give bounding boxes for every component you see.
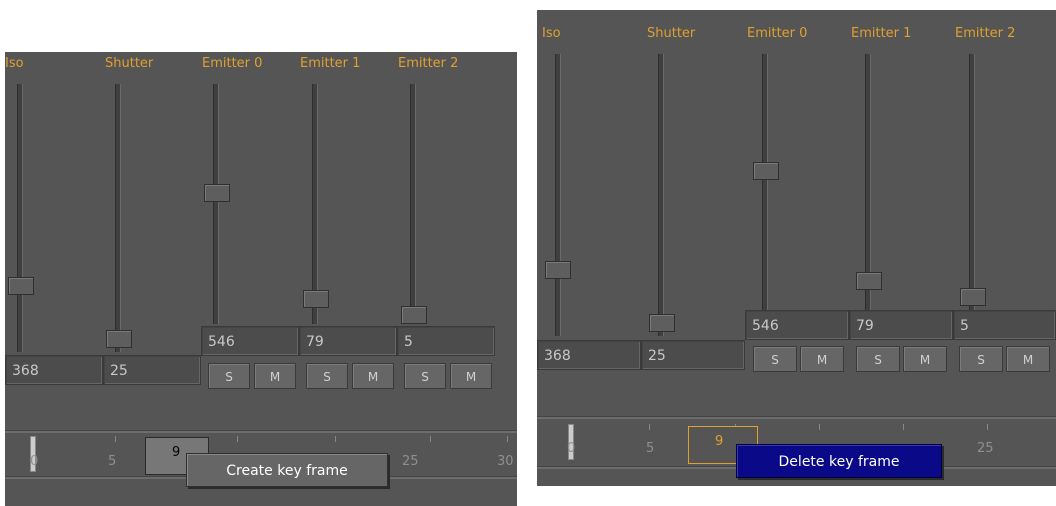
emitter-0-mute-button[interactable]: M — [800, 346, 844, 372]
emitter-2-mute-button[interactable]: M — [1006, 346, 1050, 372]
emitter-0-slider-track[interactable] — [762, 54, 768, 310]
timeline-label-0: 0 — [567, 441, 576, 456]
timeline-tick — [507, 436, 508, 442]
emitter-2-value[interactable]: 5 — [953, 310, 1056, 340]
iso-slider-thumb[interactable] — [545, 261, 571, 279]
timeline-tick — [335, 436, 336, 442]
emitter-0-slider-thumb[interactable] — [753, 162, 779, 180]
timeline-tick — [430, 436, 431, 442]
shutter-slider-thumb[interactable] — [649, 314, 675, 332]
emitter-1-mute-button[interactable]: M — [352, 363, 394, 389]
emitter-2-value[interactable]: 5 — [397, 326, 495, 356]
shutter-slider-track[interactable] — [658, 54, 664, 336]
delete-key-frame-menu-item[interactable]: Delete key frame — [736, 444, 942, 478]
timeline-label-25: 25 — [402, 454, 419, 469]
emitter-1-value[interactable]: 79 — [299, 326, 397, 356]
channel-header-emitter-1: Emitter 1 — [851, 26, 912, 41]
iso-value[interactable]: 368 — [5, 355, 103, 385]
timeline-tick — [649, 424, 650, 430]
channel-header-emitter-0: Emitter 0 — [202, 56, 263, 71]
iso-slider-thumb[interactable] — [8, 277, 34, 295]
channel-header-iso: Iso — [5, 56, 24, 71]
emitter-0-mute-button[interactable]: M — [254, 363, 296, 389]
timeline-top-divider — [537, 416, 1056, 419]
channel-header-emitter-2: Emitter 2 — [955, 26, 1016, 41]
emitter-2-slider-track[interactable] — [410, 84, 416, 324]
timeline-label-5: 5 — [646, 441, 655, 456]
emitter-0-slider-track[interactable] — [213, 84, 219, 324]
shutter-slider-track[interactable] — [115, 84, 121, 352]
create-key-frame-menu-item[interactable]: Create key frame — [186, 453, 388, 487]
emitter-1-solo-button[interactable]: S — [856, 346, 900, 372]
timeline-tick — [987, 424, 988, 430]
emitter-2-slider-track[interactable] — [969, 54, 975, 310]
timeline-tick — [237, 436, 238, 442]
channel-header-emitter-1: Emitter 1 — [300, 56, 361, 71]
iso-slider-track[interactable] — [17, 84, 23, 352]
emitter-1-solo-button[interactable]: S — [306, 363, 348, 389]
emitter-1-slider-track[interactable] — [312, 84, 318, 324]
emitter-1-slider-thumb[interactable] — [856, 272, 882, 290]
channel-header-shutter: Shutter — [105, 56, 154, 71]
channel-header-emitter-2: Emitter 2 — [398, 56, 459, 71]
shutter-value[interactable]: 25 — [641, 340, 745, 370]
emitter-1-value[interactable]: 79 — [849, 310, 953, 340]
emitter-0-solo-button[interactable]: S — [208, 363, 250, 389]
emitter-2-mute-button[interactable]: M — [450, 363, 492, 389]
timeline-label-5: 5 — [108, 454, 117, 469]
emitter-0-value[interactable]: 546 — [745, 310, 849, 340]
emitter-2-solo-button[interactable]: S — [404, 363, 446, 389]
timeline-label-25: 25 — [977, 441, 994, 456]
channel-header-emitter-0: Emitter 0 — [747, 26, 808, 41]
emitter-1-slider-thumb[interactable] — [303, 290, 329, 308]
channel-header-shutter: Shutter — [647, 26, 696, 41]
emitter-2-slider-thumb[interactable] — [401, 306, 427, 324]
emitter-2-slider-thumb[interactable] — [960, 288, 986, 306]
timeline-tick — [903, 424, 904, 430]
timeline-top-divider — [5, 430, 517, 433]
timeline-label-0: 0 — [30, 454, 39, 469]
iso-value[interactable]: 368 — [537, 340, 641, 370]
timeline-label-30: 30 — [497, 454, 514, 469]
timeline-tick — [819, 424, 820, 430]
emitter-0-solo-button[interactable]: S — [753, 346, 797, 372]
emitter-0-value[interactable]: 546 — [201, 326, 299, 356]
emitter-0-slider-thumb[interactable] — [204, 184, 230, 202]
timeline-tick — [115, 436, 116, 442]
left-mixer-panel: Iso Shutter Emitter 0 Emitter 1 Emitter … — [5, 52, 517, 506]
emitter-1-mute-button[interactable]: M — [903, 346, 947, 372]
emitter-2-solo-button[interactable]: S — [959, 346, 1003, 372]
right-mixer-panel: Iso Shutter Emitter 0 Emitter 1 Emitter … — [537, 10, 1056, 486]
channel-header-iso: Iso — [542, 26, 561, 41]
shutter-slider-thumb[interactable] — [106, 330, 132, 348]
iso-slider-track[interactable] — [555, 54, 561, 336]
shutter-value[interactable]: 25 — [103, 355, 201, 385]
